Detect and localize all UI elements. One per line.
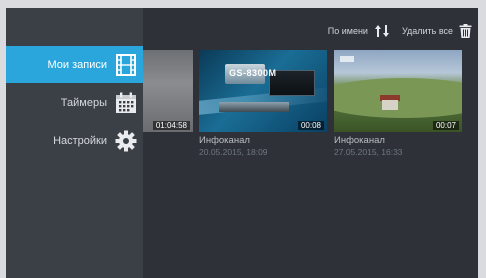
channel-name: Инфоканал: [199, 135, 250, 146]
menu-item-settings[interactable]: Настройки: [6, 122, 143, 159]
recording-thumbnail: 00:07: [334, 50, 462, 132]
delete-all-label[interactable]: Удалить все: [402, 26, 453, 36]
duration-badge: 00:07: [432, 121, 459, 130]
recording-thumbnail: GS-8300M 00:08: [199, 50, 327, 132]
calendar-icon: [115, 92, 137, 114]
recording-date: 27.05.2015, 16:33: [334, 147, 403, 157]
sort-label[interactable]: По имени: [328, 26, 368, 36]
recording-date: 20.05.2015, 18:09: [199, 147, 268, 157]
side-menu: Мои записи Таймеры Настройки: [6, 8, 143, 278]
menu-item-label: Настройки: [53, 134, 107, 147]
recording-card[interactable]: GS-8300M 00:08 Инфоканал 20.05.2015, 18:…: [199, 50, 327, 157]
bezel-top: [0, 0, 486, 8]
recording-card[interactable]: 00:07 Инфоканал 27.05.2015, 16:33: [334, 50, 462, 157]
gear-icon: [115, 130, 137, 152]
menu-item-label: Мои записи: [47, 58, 107, 71]
bezel-right: [478, 0, 486, 278]
menu-item-timers[interactable]: Таймеры: [6, 84, 143, 121]
thumbnail-overlay-text: GS-8300M: [229, 68, 277, 78]
menu-item-label: Таймеры: [60, 96, 107, 109]
tv-screen: По имени Удалить все 01:04:58 GS-8300M 0…: [0, 0, 486, 278]
film-icon: [115, 53, 137, 76]
channel-name: Инфоканал: [334, 135, 385, 146]
duration-badge: 00:08: [297, 121, 324, 130]
menu-item-recordings[interactable]: Мои записи: [6, 46, 143, 83]
duration-badge: 01:04:58: [152, 121, 190, 130]
sort-arrows-icon[interactable]: [374, 24, 390, 38]
toolbar: По имени Удалить все: [328, 22, 472, 40]
bezel-left: [0, 0, 6, 278]
trash-icon[interactable]: [459, 24, 472, 38]
